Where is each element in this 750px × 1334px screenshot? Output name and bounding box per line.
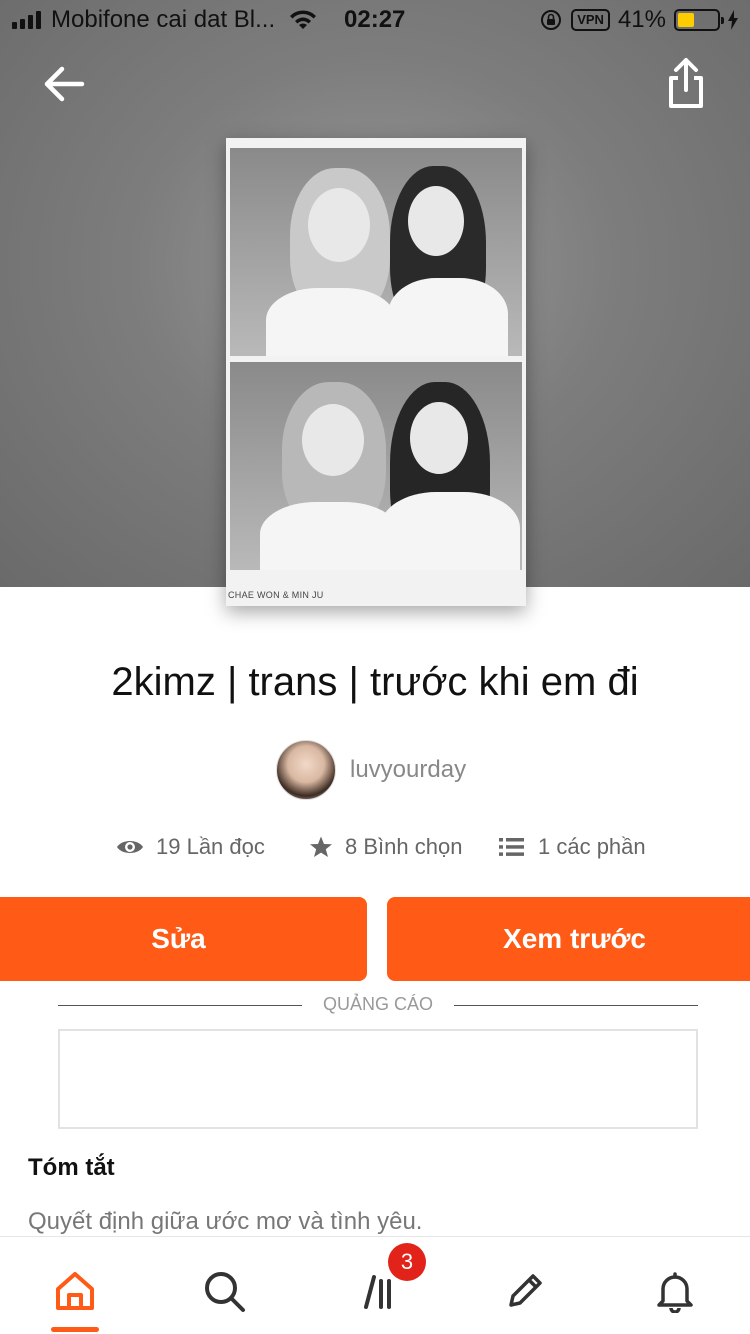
story-stats: 19 Lần đọc 8 Bình chọn 1 các phần (0, 834, 750, 866)
wifi-icon (290, 10, 317, 29)
list-icon (499, 838, 524, 856)
divider-line (454, 1005, 698, 1006)
tab-write[interactable] (495, 1261, 555, 1321)
cover-caption: CHAE WON & MIN JU (228, 590, 324, 600)
charging-icon (728, 10, 738, 30)
preview-button[interactable]: Xem trước (387, 897, 750, 981)
status-bar: Mobifone cai dat Bl... 02:27 VPN 41% (0, 0, 750, 40)
rotation-lock-icon (541, 10, 562, 30)
avatar[interactable] (276, 740, 336, 800)
battery-icon (674, 9, 724, 31)
parts-count: 1 các phần (538, 834, 646, 859)
carrier-label: Mobifone cai dat Bl... (51, 6, 276, 33)
cover-photo-bottom (230, 362, 522, 570)
status-right: VPN 41% (539, 6, 738, 34)
summary-heading: Tóm tắt (28, 1154, 115, 1181)
home-icon (56, 1272, 94, 1310)
tab-notifications[interactable] (645, 1261, 705, 1321)
eye-icon (117, 841, 143, 853)
vpn-badge: VPN (571, 9, 610, 31)
votes-count: 8 Bình chọn (345, 834, 463, 859)
tab-home[interactable] (45, 1261, 105, 1321)
active-tab-indicator (51, 1327, 99, 1332)
battery-percent: 41% (617, 6, 666, 33)
summary-text: Quyết định giữa ước mơ và tình yêu. (28, 1208, 423, 1235)
library-badge: 3 (388, 1243, 426, 1281)
search-icon (205, 1272, 245, 1312)
clock: 02:27 (344, 6, 406, 33)
edit-button[interactable]: Sửa (0, 897, 367, 981)
author-link[interactable]: luvyourday (276, 740, 466, 800)
votes-stat: 8 Bình chọn (309, 834, 462, 860)
story-title: 2kimz | trans | trước khi em đi (111, 660, 639, 704)
reads-count: 19 Lần đọc (156, 834, 265, 859)
reads-stat: 19 Lần đọc (116, 834, 265, 860)
bell-icon (657, 1272, 693, 1313)
arrow-left-icon[interactable] (40, 60, 88, 108)
author-name[interactable]: luvyourday (350, 756, 466, 784)
star-icon (310, 836, 332, 857)
battery-fill (678, 13, 694, 27)
pencil-icon (509, 1274, 542, 1307)
bottom-tab-bar: 3 (0, 1236, 750, 1334)
tab-search[interactable] (194, 1261, 254, 1321)
status-left: Mobifone cai dat Bl... (12, 6, 317, 34)
signal-icon (12, 11, 41, 29)
story-cover[interactable]: CHAE WON & MIN JU (226, 138, 526, 606)
share-icon[interactable] (664, 56, 708, 112)
cover-photo-top (230, 148, 522, 356)
ad-divider: QUẢNG CÁO (58, 994, 698, 1016)
ad-slot[interactable] (58, 1029, 698, 1129)
parts-stat: 1 các phần (498, 834, 646, 860)
